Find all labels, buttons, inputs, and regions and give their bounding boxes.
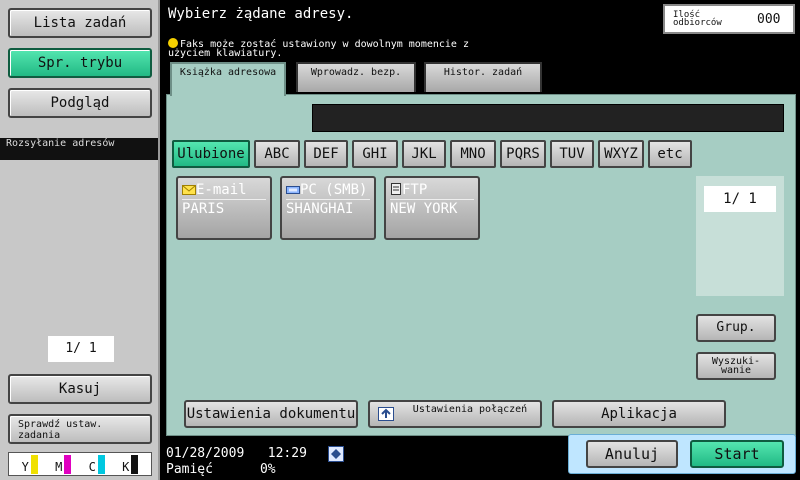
- network-status-icon: [328, 446, 344, 462]
- check-job-settings-button[interactable]: Sprawdź ustaw. zadania: [8, 414, 152, 444]
- status-area: 01/28/2009 12:29 Pamięć 0%: [166, 446, 307, 478]
- lightbulb-icon: [168, 38, 178, 48]
- toner-magenta: M: [55, 454, 72, 474]
- recipient-count-box: Ilość odbiorców 000: [663, 4, 795, 34]
- tab-job-history[interactable]: Histor. zadań: [424, 62, 542, 92]
- pc-icon: [286, 186, 300, 194]
- connection-settings-label: Ustawienia połączeń: [412, 404, 528, 415]
- destination-name: PARIS: [182, 201, 225, 217]
- tab-address-book[interactable]: Książka adresowa: [170, 62, 286, 96]
- toner-yellow: Y: [22, 454, 38, 474]
- index-tab-abc[interactable]: ABC: [254, 140, 300, 168]
- destination-type: E-mail: [196, 182, 247, 198]
- destination-name: SHANGHAI: [286, 201, 354, 217]
- connection-settings-button[interactable]: Ustawienia połączeń: [368, 400, 542, 428]
- address-search-field[interactable]: [312, 104, 784, 132]
- index-tab-jkl[interactable]: JKL: [402, 140, 446, 168]
- start-button[interactable]: Start: [690, 440, 784, 468]
- left-pager: 1/ 1: [48, 336, 114, 362]
- group-button[interactable]: Grup.: [696, 314, 776, 342]
- destination-name: NEW YORK: [390, 201, 458, 217]
- envelope-icon: [182, 185, 196, 195]
- left-panel: Lista zadań Spr. trybu Podgląd: [0, 0, 160, 480]
- index-tab-ghi[interactable]: GHI: [352, 140, 398, 168]
- application-button[interactable]: Aplikacja: [552, 400, 726, 428]
- toner-black: K: [122, 454, 139, 474]
- memory-value: 0%: [259, 462, 276, 477]
- recipient-count-value: 000: [757, 11, 781, 27]
- mode-check-button[interactable]: Spr. trybu: [8, 48, 152, 78]
- broadcast-label: Rozsyłanie adresów: [0, 138, 158, 160]
- index-tab-wxyz[interactable]: WXYZ: [598, 140, 644, 168]
- delete-button[interactable]: Kasuj: [8, 374, 152, 404]
- destination-type: PC (SMB): [300, 182, 368, 198]
- status-date: 01/28/2009: [166, 446, 245, 461]
- index-tab-favorites[interactable]: Ulubione: [172, 140, 250, 168]
- hint-message: Faks może zostać ustawiony w dowolnym mo…: [168, 39, 469, 59]
- status-time: 12:29: [267, 446, 307, 461]
- document-settings-button[interactable]: Ustawienia dokumentu: [184, 400, 358, 428]
- index-tab-tuv[interactable]: TUV: [550, 140, 594, 168]
- search-button[interactable]: Wyszuki- wanie: [696, 352, 776, 380]
- destination-paris[interactable]: E-mail PARIS: [176, 176, 272, 240]
- page-indicator: 1/ 1: [704, 186, 776, 212]
- destination-shanghai[interactable]: PC (SMB) SHANGHAI: [280, 176, 376, 240]
- index-tab-mno[interactable]: MNO: [450, 140, 496, 168]
- preview-button[interactable]: Podgląd: [8, 88, 152, 118]
- destination-type: FTP: [402, 182, 428, 198]
- index-tab-etc[interactable]: etc: [648, 140, 692, 168]
- toner-levels: Y M C K: [8, 452, 152, 476]
- toner-cyan: C: [89, 454, 105, 474]
- job-list-button[interactable]: Lista zadań: [8, 8, 152, 38]
- hint-text: Faks może zostać ustawiony w dowolnym mo…: [168, 38, 488, 59]
- recipient-count-label: Ilość odbiorców: [673, 10, 722, 28]
- ftp-icon: [391, 183, 401, 195]
- memory-label: Pamięć: [166, 462, 213, 477]
- connection-icon: [378, 407, 394, 421]
- index-tab-def[interactable]: DEF: [304, 140, 348, 168]
- destination-new-york[interactable]: FTP NEW YORK: [384, 176, 480, 240]
- page-title: Wybierz żądane adresy.: [168, 6, 354, 22]
- tab-direct-input[interactable]: Wprowadz. bezp.: [296, 62, 416, 92]
- cancel-button[interactable]: Anuluj: [586, 440, 678, 468]
- index-tab-pqrs[interactable]: PQRS: [500, 140, 546, 168]
